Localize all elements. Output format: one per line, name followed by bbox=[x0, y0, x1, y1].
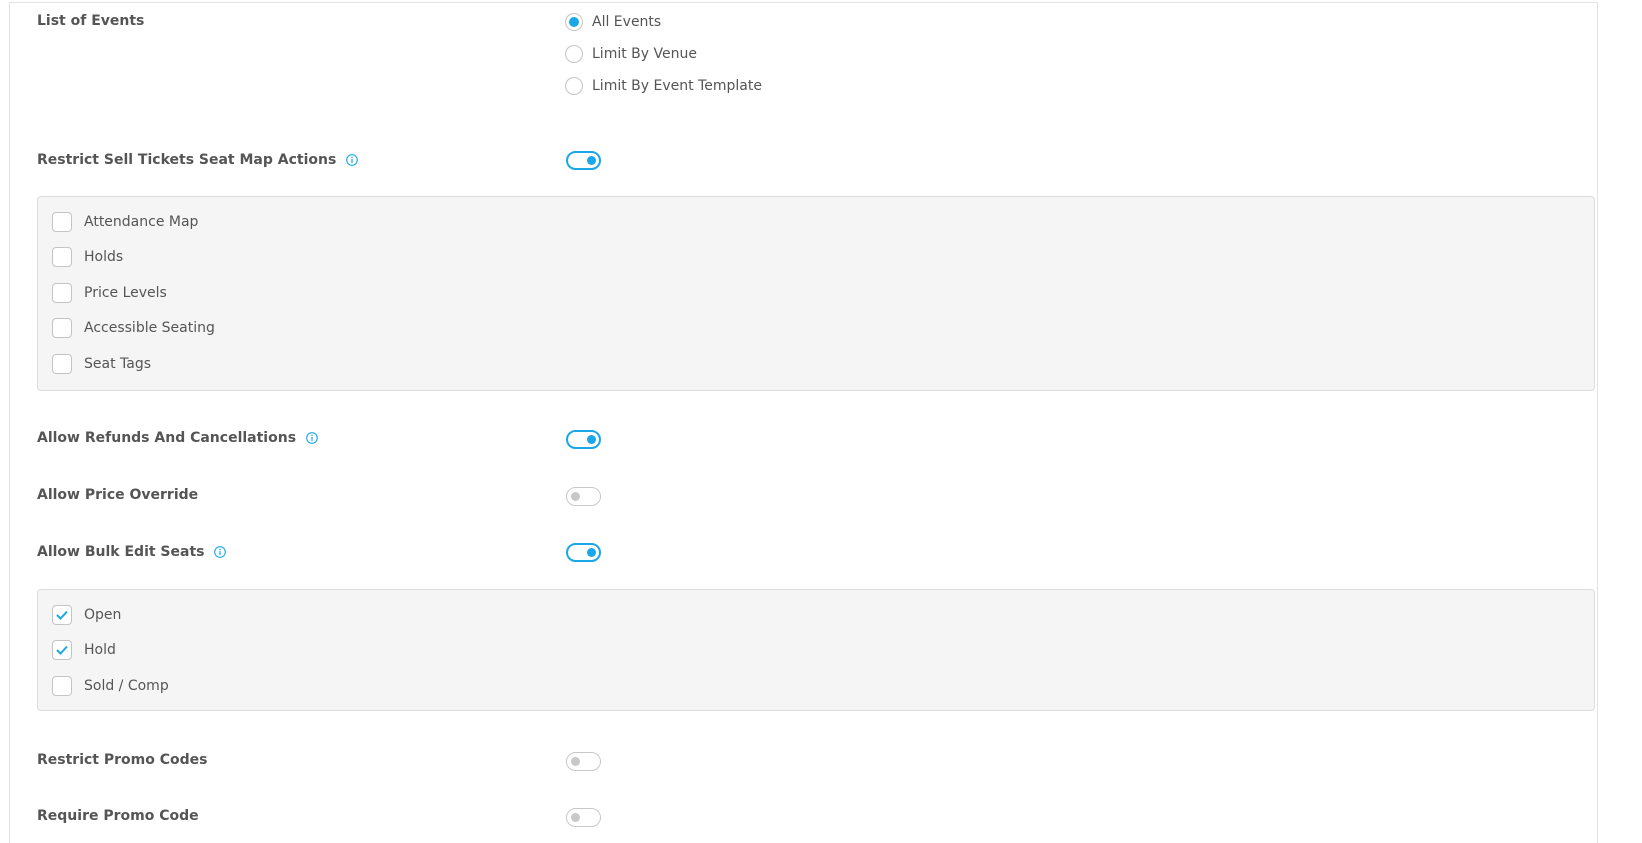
allow-price-override-toggle[interactable] bbox=[566, 487, 601, 506]
checkbox-seat-tags[interactable]: Seat Tags bbox=[52, 354, 151, 374]
radio-limit-by-venue[interactable]: Limit By Venue bbox=[565, 45, 697, 63]
restrict-seat-map-toggle[interactable] bbox=[566, 151, 601, 170]
restrict-seat-map-label: Restrict Sell Tickets Seat Map Actions bbox=[37, 152, 359, 168]
allow-bulk-edit-label-text: Allow Bulk Edit Seats bbox=[37, 544, 205, 560]
restrict-promo-label: Restrict Promo Codes bbox=[37, 752, 207, 768]
settings-panel bbox=[9, 2, 1598, 843]
restrict-promo-label-text: Restrict Promo Codes bbox=[37, 752, 208, 768]
info-icon[interactable] bbox=[346, 154, 359, 166]
checkbox-price-levels-label: Price Levels bbox=[84, 285, 167, 301]
radio-limit-by-event-template-circle[interactable] bbox=[565, 77, 583, 95]
checkbox-holds[interactable]: Holds bbox=[52, 247, 123, 267]
checkbox-attendance-map[interactable]: Attendance Map bbox=[52, 212, 198, 232]
require-promo-label: Require Promo Code bbox=[37, 808, 199, 824]
allow-refunds-toggle[interactable] bbox=[566, 430, 601, 449]
radio-limit-by-event-template[interactable]: Limit By Event Template bbox=[565, 77, 762, 95]
checkbox-seat-tags-box[interactable] bbox=[52, 354, 72, 374]
checkbox-sold-comp-label: Sold / Comp bbox=[84, 678, 169, 694]
checkbox-sold-comp-box[interactable] bbox=[52, 676, 72, 696]
allow-bulk-edit-toggle[interactable] bbox=[566, 543, 601, 562]
checkbox-open-box[interactable] bbox=[52, 605, 72, 625]
checkbox-accessible-seating-label: Accessible Seating bbox=[84, 320, 215, 336]
list-of-events-label: List of Events bbox=[37, 13, 144, 29]
checkbox-open-label: Open bbox=[84, 607, 122, 623]
checkbox-hold-label: Hold bbox=[84, 642, 116, 658]
allow-refunds-label-text: Allow Refunds And Cancellations bbox=[37, 430, 297, 446]
bulk-edit-options-box: Open Hold Sold / Comp bbox=[37, 589, 1595, 711]
checkbox-accessible-seating[interactable]: Accessible Seating bbox=[52, 318, 215, 338]
restrict-promo-toggle[interactable] bbox=[566, 752, 601, 771]
checkbox-price-levels-box[interactable] bbox=[52, 283, 72, 303]
allow-price-override-label: Allow Price Override bbox=[37, 487, 198, 503]
radio-all-events-circle[interactable] bbox=[565, 13, 583, 31]
checkbox-hold[interactable]: Hold bbox=[52, 640, 116, 660]
checkbox-open[interactable]: Open bbox=[52, 605, 121, 625]
radio-all-events-label: All Events bbox=[592, 14, 662, 30]
checkbox-accessible-seating-box[interactable] bbox=[52, 318, 72, 338]
checkbox-hold-box[interactable] bbox=[52, 640, 72, 660]
allow-bulk-edit-label: Allow Bulk Edit Seats bbox=[37, 544, 227, 560]
radio-limit-by-venue-label: Limit By Venue bbox=[592, 46, 697, 62]
checkbox-holds-box[interactable] bbox=[52, 247, 72, 267]
require-promo-label-text: Require Promo Code bbox=[37, 808, 199, 824]
checkbox-sold-comp[interactable]: Sold / Comp bbox=[52, 676, 169, 696]
info-icon[interactable] bbox=[214, 546, 227, 558]
checkbox-attendance-map-label: Attendance Map bbox=[84, 214, 199, 230]
radio-all-events[interactable]: All Events bbox=[565, 13, 661, 31]
seat-map-actions-box: Attendance Map Holds Price Levels Access… bbox=[37, 196, 1595, 391]
restrict-seat-map-label-text: Restrict Sell Tickets Seat Map Actions bbox=[37, 152, 337, 168]
radio-limit-by-event-template-label: Limit By Event Template bbox=[592, 78, 762, 94]
checkbox-holds-label: Holds bbox=[84, 249, 124, 265]
list-of-events-label-text: List of Events bbox=[37, 13, 145, 29]
require-promo-toggle[interactable] bbox=[566, 808, 601, 827]
info-icon[interactable] bbox=[306, 432, 318, 444]
allow-refunds-label: Allow Refunds And Cancellations bbox=[37, 430, 318, 446]
checkbox-seat-tags-label: Seat Tags bbox=[84, 356, 152, 372]
checkbox-attendance-map-box[interactable] bbox=[52, 212, 72, 232]
radio-limit-by-venue-circle[interactable] bbox=[565, 45, 583, 63]
allow-price-override-label-text: Allow Price Override bbox=[37, 487, 199, 503]
checkbox-price-levels[interactable]: Price Levels bbox=[52, 283, 167, 303]
